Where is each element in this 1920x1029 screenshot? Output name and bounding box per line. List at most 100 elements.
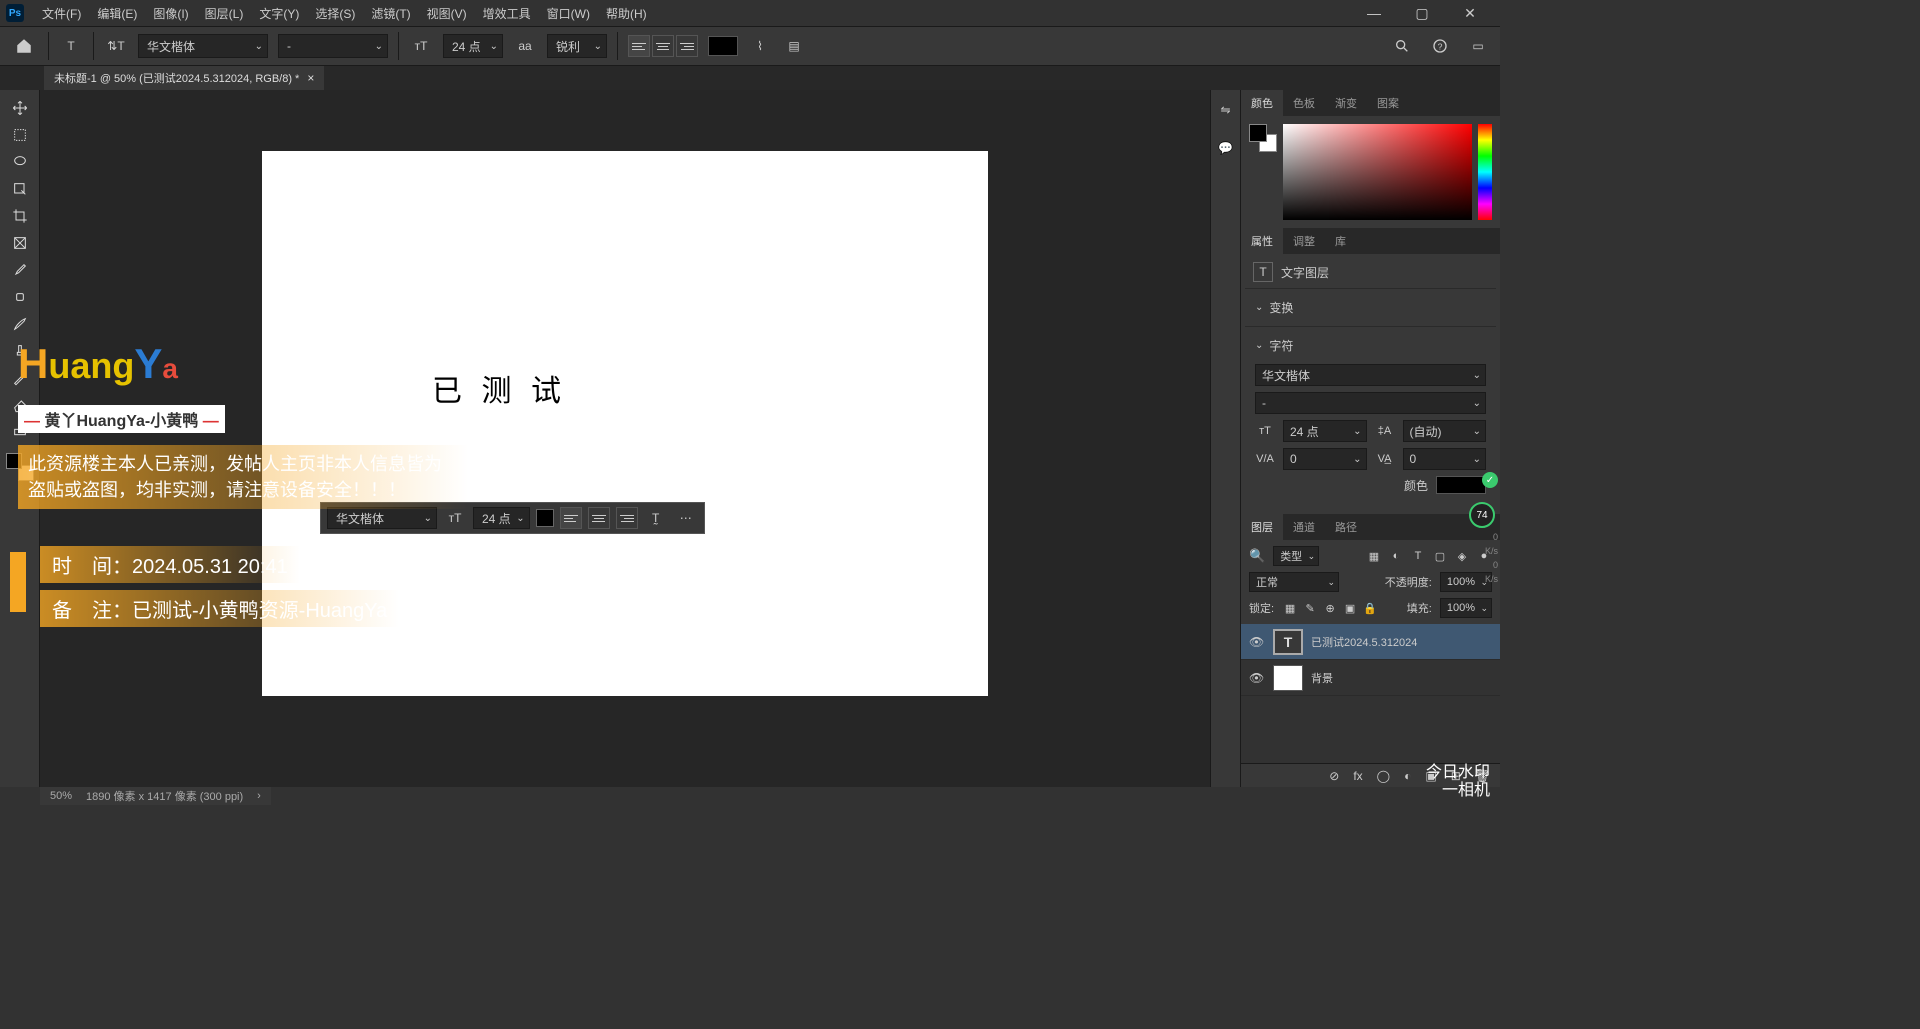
- character-panel-icon[interactable]: ▤: [782, 34, 806, 58]
- text-orientation-icon[interactable]: ⇅T: [104, 34, 128, 58]
- menu-item[interactable]: 增效工具: [475, 2, 539, 25]
- float-color-swatch[interactable]: [536, 509, 554, 527]
- document-tab[interactable]: 未标题-1 @ 50% (已测试2024.5.312024, RGB/8) * …: [44, 66, 324, 90]
- canvas-area[interactable]: 已 测 试 华文楷体 тT 24 点 T̰ ⋯: [40, 90, 1210, 787]
- adjustment-layer-icon[interactable]: ◐: [1404, 769, 1411, 783]
- zoom-level[interactable]: 50%: [50, 790, 72, 802]
- float-warp-icon[interactable]: T̰: [644, 506, 668, 530]
- status-chevron-icon[interactable]: ›: [257, 790, 261, 802]
- workspace-icon[interactable]: ▭: [1466, 34, 1490, 58]
- menu-item[interactable]: 视图(V): [419, 2, 475, 25]
- filter-text-icon[interactable]: T: [1410, 548, 1426, 564]
- filter-smart-icon[interactable]: ◈: [1454, 548, 1470, 564]
- antialias-dropdown[interactable]: 锐利: [547, 34, 607, 58]
- move-tool[interactable]: [6, 96, 34, 120]
- comments-panel-icon[interactable]: 💬: [1216, 138, 1236, 158]
- fill-input[interactable]: 100%: [1440, 598, 1492, 618]
- text-color-swatch[interactable]: [708, 36, 738, 56]
- layer-item[interactable]: 👁背景: [1241, 660, 1500, 696]
- brush-tool[interactable]: [6, 312, 34, 336]
- warp-text-icon[interactable]: ⌇: [748, 34, 772, 58]
- menu-item[interactable]: 帮助(H): [598, 2, 655, 25]
- color-field[interactable]: [1283, 124, 1472, 220]
- lock-all-icon[interactable]: 🔒: [1362, 600, 1378, 616]
- panel-tab[interactable]: 库: [1325, 228, 1356, 254]
- lasso-tool[interactable]: [6, 150, 34, 174]
- character-section-toggle[interactable]: 字符: [1255, 333, 1486, 358]
- layer-fx-icon[interactable]: fx: [1353, 769, 1362, 783]
- font-family-dropdown[interactable]: 华文楷体: [138, 34, 268, 58]
- frame-tool[interactable]: [6, 231, 34, 255]
- menu-item[interactable]: 文件(F): [34, 2, 89, 25]
- float-align-right[interactable]: [616, 507, 638, 529]
- panel-tab[interactable]: 路径: [1325, 514, 1367, 540]
- filter-shape-icon[interactable]: ▢: [1432, 548, 1448, 564]
- menu-item[interactable]: 滤镜(T): [363, 2, 418, 25]
- panel-tab[interactable]: 色板: [1283, 90, 1325, 116]
- prop-tracking-input[interactable]: 0: [1403, 448, 1487, 470]
- prop-font-dropdown[interactable]: 华文楷体: [1255, 364, 1486, 386]
- layer-thumbnail[interactable]: [1273, 665, 1303, 691]
- close-button[interactable]: ✕: [1458, 5, 1482, 22]
- lock-artboard-icon[interactable]: ▣: [1342, 600, 1358, 616]
- align-center-button[interactable]: [652, 35, 674, 57]
- filter-adjust-icon[interactable]: ◐: [1388, 548, 1404, 564]
- layer-visibility-icon[interactable]: 👁: [1249, 635, 1265, 649]
- link-layers-icon[interactable]: ⊘: [1329, 769, 1339, 783]
- panel-tab[interactable]: 属性: [1241, 228, 1283, 254]
- float-align-left[interactable]: [560, 507, 582, 529]
- minimize-button[interactable]: —: [1362, 5, 1386, 22]
- align-left-button[interactable]: [628, 35, 650, 57]
- font-size-dropdown[interactable]: 24 点: [443, 34, 503, 58]
- panel-fgbg-colors[interactable]: [1249, 124, 1277, 152]
- menu-item[interactable]: 窗口(W): [539, 2, 598, 25]
- layer-visibility-icon[interactable]: 👁: [1249, 671, 1265, 685]
- home-button[interactable]: [10, 32, 38, 60]
- canvas-text-layer[interactable]: 已 测 试: [432, 366, 567, 410]
- text-tool-icon[interactable]: T: [59, 34, 83, 58]
- font-style-dropdown[interactable]: -: [278, 34, 388, 58]
- eyedropper-tool[interactable]: [6, 258, 34, 282]
- menu-item[interactable]: 选择(S): [307, 2, 363, 25]
- crop-tool[interactable]: [6, 204, 34, 228]
- float-font-dropdown[interactable]: 华文楷体: [327, 507, 437, 529]
- float-size-dropdown[interactable]: 24 点: [473, 507, 530, 529]
- search-icon[interactable]: [1390, 34, 1414, 58]
- object-select-tool[interactable]: [6, 177, 34, 201]
- history-panel-icon[interactable]: ⇋: [1216, 100, 1236, 120]
- hue-slider[interactable]: [1478, 124, 1492, 220]
- layer-thumbnail[interactable]: T: [1273, 629, 1303, 655]
- document-dimensions[interactable]: 1890 像素 x 1417 像素 (300 ppi): [86, 788, 243, 804]
- menu-item[interactable]: 图层(L): [197, 2, 252, 25]
- prop-va-input[interactable]: 0: [1283, 448, 1367, 470]
- layer-filter-dropdown[interactable]: 类型: [1273, 546, 1319, 566]
- prop-color-swatch[interactable]: [1436, 476, 1486, 494]
- panel-tab[interactable]: 图案: [1367, 90, 1409, 116]
- maximize-button[interactable]: ▢: [1410, 5, 1434, 22]
- panel-tab[interactable]: 颜色: [1241, 90, 1283, 116]
- float-align-center[interactable]: [588, 507, 610, 529]
- marquee-tool[interactable]: [6, 123, 34, 147]
- menu-item[interactable]: 图像(I): [145, 2, 196, 25]
- lock-position-icon[interactable]: ⊕: [1322, 600, 1338, 616]
- menu-item[interactable]: 编辑(E): [89, 2, 145, 25]
- panel-tab[interactable]: 调整: [1283, 228, 1325, 254]
- layer-item[interactable]: 👁T已测试2024.5.312024: [1241, 624, 1500, 660]
- prop-leading-input[interactable]: (自动): [1403, 420, 1487, 442]
- filter-pixel-icon[interactable]: ▦: [1366, 548, 1382, 564]
- float-more-icon[interactable]: ⋯: [674, 506, 698, 530]
- help-icon[interactable]: ?: [1428, 34, 1452, 58]
- transform-section-toggle[interactable]: 变换: [1255, 295, 1486, 320]
- prop-size-input[interactable]: 24 点: [1283, 420, 1367, 442]
- panel-tab[interactable]: 图层: [1241, 514, 1283, 540]
- panel-tab[interactable]: 通道: [1283, 514, 1325, 540]
- panel-tab[interactable]: 渐变: [1325, 90, 1367, 116]
- blend-mode-dropdown[interactable]: 正常: [1249, 572, 1339, 592]
- lock-brush-icon[interactable]: ✎: [1302, 600, 1318, 616]
- layer-mask-icon[interactable]: ◯: [1377, 769, 1390, 783]
- prop-style-dropdown[interactable]: -: [1255, 392, 1486, 414]
- lock-pixels-icon[interactable]: ▦: [1282, 600, 1298, 616]
- tab-close-icon[interactable]: ×: [307, 71, 314, 85]
- align-right-button[interactable]: [676, 35, 698, 57]
- healing-tool[interactable]: [6, 285, 34, 309]
